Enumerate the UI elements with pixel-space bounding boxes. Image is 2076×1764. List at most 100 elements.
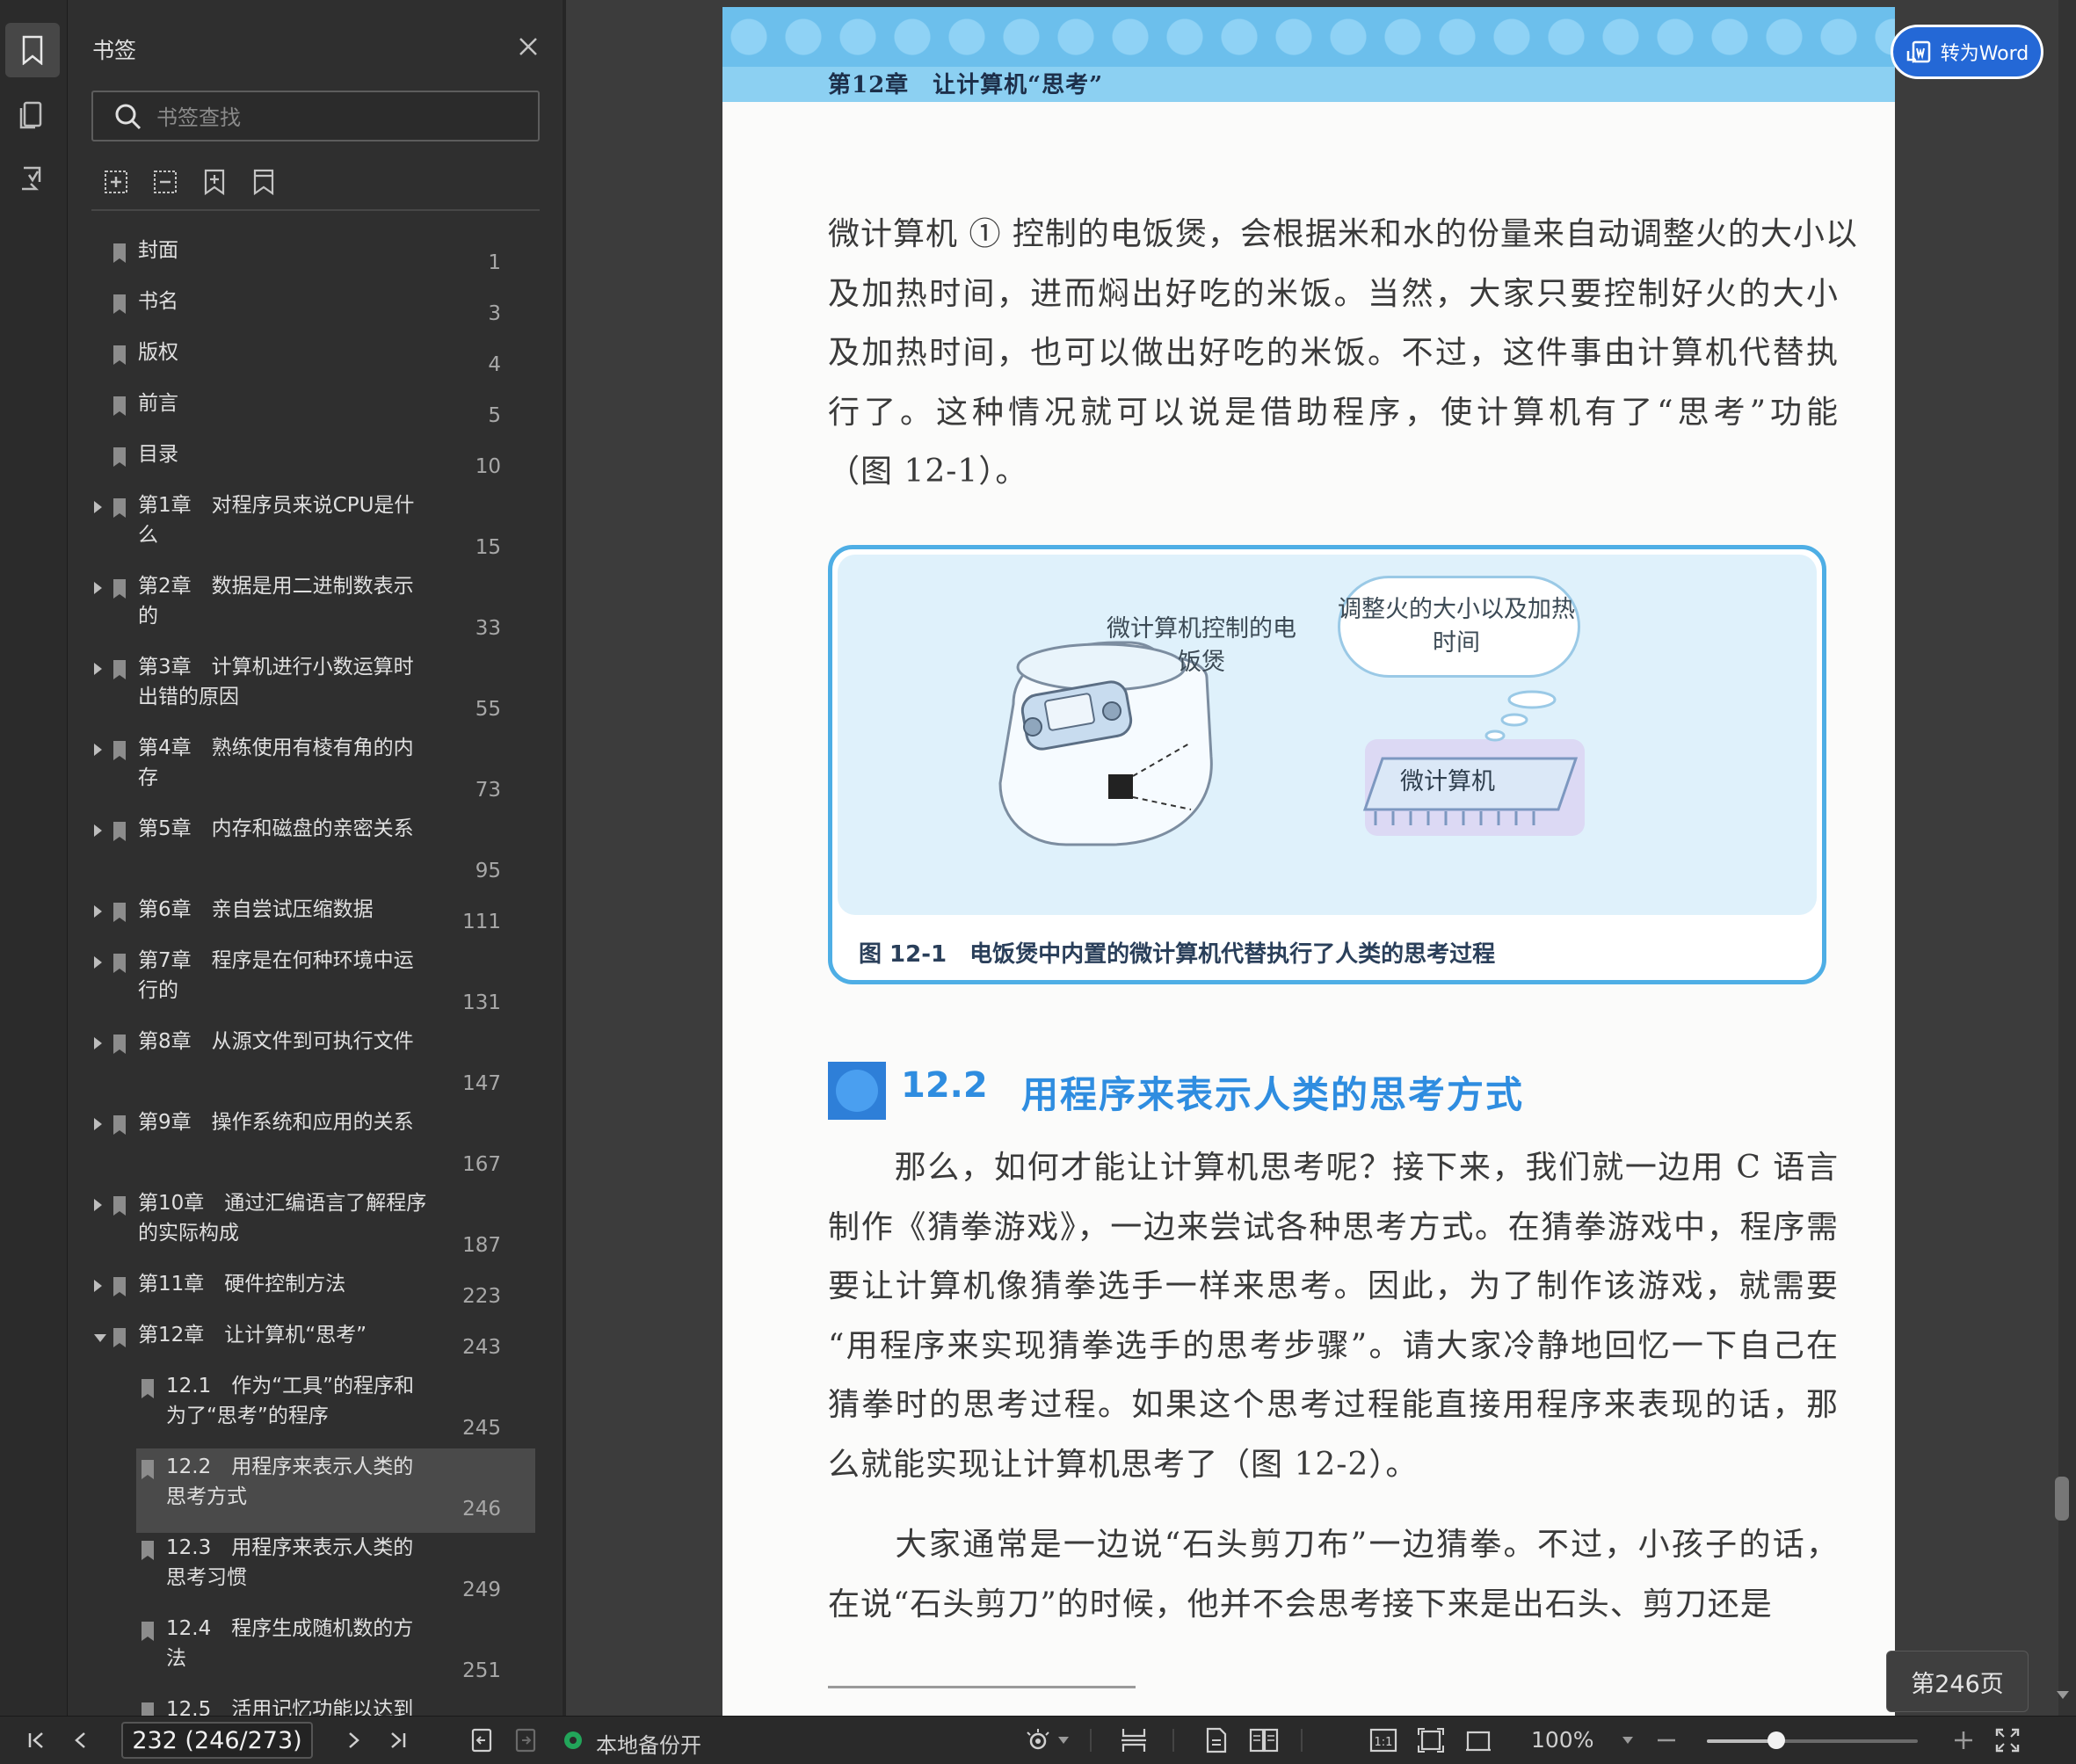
bookmark-label: 第3章 计算机进行小数运算时出错的原因 bbox=[138, 656, 414, 708]
bookmark-page-number: 4 bbox=[488, 353, 501, 376]
expand-arrow-icon[interactable] bbox=[94, 824, 102, 837]
bookmark-page-number: 111 bbox=[462, 911, 501, 933]
bookmark-item[interactable]: 第7章 程序是在何种环境中运行的 131 bbox=[68, 946, 542, 1027]
text-line: 在说“石头剪刀”的时候，他并不会思考接下来是出石头、剪刀还是 bbox=[828, 1586, 1773, 1622]
bookmark-page-number: 95 bbox=[475, 860, 501, 882]
section-heading-icon bbox=[828, 1062, 886, 1120]
bookmark-item[interactable]: 第6章 亲自尝试压缩数据 111 bbox=[68, 895, 542, 946]
expand-arrow-icon[interactable] bbox=[94, 1037, 102, 1049]
text-line: 制作《猜拳游戏》，一边来尝试各种思考方式。在猜拳游戏中，程序需 bbox=[828, 1209, 1839, 1245]
bookmark-label: 第6章 亲自尝试压缩数据 bbox=[138, 898, 374, 921]
bookmark-item[interactable]: 第9章 操作系统和应用的关系 167 bbox=[68, 1107, 542, 1188]
bookmark-label: 第9章 操作系统和应用的关系 bbox=[138, 1111, 414, 1134]
zoom-dropdown-icon[interactable] bbox=[1617, 1717, 1638, 1764]
bookmark-label: 第5章 内存和磁盘的亲密关系 bbox=[138, 817, 414, 840]
zoom-level[interactable]: 100% bbox=[1531, 1727, 1593, 1753]
go-back-view-icon[interactable] bbox=[464, 1717, 499, 1764]
bookmark-item[interactable]: 第1章 对程序员来说CPU是什么 15 bbox=[68, 490, 542, 571]
expand-arrow-icon[interactable] bbox=[94, 1199, 102, 1211]
fit-page-icon[interactable] bbox=[1412, 1717, 1450, 1764]
fullscreen-icon[interactable] bbox=[1990, 1717, 2025, 1764]
figure-label-microcomputer: 微计算机 bbox=[1400, 768, 1495, 795]
vertical-scroll-thumb[interactable] bbox=[2055, 1477, 2069, 1521]
fit-width-icon[interactable] bbox=[1459, 1717, 1498, 1764]
bookmark-icon bbox=[112, 243, 127, 267]
bookmark-label: 第8章 从源文件到可执行文件 bbox=[138, 1030, 414, 1053]
bookmark-item[interactable]: 书名 3 bbox=[68, 287, 542, 338]
text-line: 及加热时间，也可以做出好吃的米饭。不过，这件事由计算机代替执 bbox=[828, 335, 1839, 371]
last-page-icon[interactable] bbox=[380, 1717, 415, 1764]
expand-arrow-icon[interactable] bbox=[94, 1280, 102, 1292]
text-line: “用程序来实现猜拳选手的思考步骤”。请大家冷静地回忆一下自己在 bbox=[828, 1327, 1839, 1364]
bookmark-item[interactable]: 12.1 作为“工具”的程序和为了“思考”的程序 245 bbox=[68, 1371, 542, 1452]
text-line: 及加热时间，进而焖出好吃的米饭。当然，大家只要控制好火的大小 bbox=[828, 275, 1839, 312]
eye-care-icon[interactable] bbox=[1018, 1717, 1058, 1764]
bookmark-label: 第12章 让计算机“思考” bbox=[138, 1324, 367, 1347]
bookmark-item[interactable]: 第8章 从源文件到可执行文件 147 bbox=[68, 1027, 542, 1107]
paragraph-1: 微计算机 ① 控制的电饭煲，会根据米和水的份量来自动调整火的大小以 及加热时间，进… bbox=[828, 205, 1858, 502]
scroll-down-arrow-icon[interactable] bbox=[2057, 1691, 2069, 1699]
expand-arrow-icon[interactable] bbox=[94, 744, 102, 756]
bookmark-page-number: 167 bbox=[462, 1153, 501, 1176]
zoom-in-icon[interactable] bbox=[1946, 1717, 1981, 1764]
first-page-icon[interactable] bbox=[19, 1717, 54, 1764]
expand-arrow-icon[interactable] bbox=[94, 1118, 102, 1130]
convert-to-word-button[interactable]: 转为Word bbox=[1891, 25, 2043, 79]
zoom-out-icon[interactable] bbox=[1649, 1717, 1684, 1764]
expand-arrow-icon[interactable] bbox=[94, 956, 102, 969]
page-number-input[interactable] bbox=[121, 1722, 313, 1759]
bookmark-item[interactable]: 封面 1 bbox=[68, 236, 542, 287]
vertical-scrollbar[interactable] bbox=[2058, 0, 2076, 1716]
bookmark-item[interactable]: 第4章 熟练使用有棱有角的内存 73 bbox=[68, 733, 542, 814]
bookmark-label: 12.1 作为“工具”的程序和为了“思考”的程序 bbox=[166, 1375, 415, 1427]
bookmark-page-number: 10 bbox=[475, 455, 501, 478]
actual-size-icon[interactable]: 1:1 bbox=[1364, 1717, 1403, 1764]
previous-page-icon[interactable] bbox=[63, 1717, 98, 1764]
double-page-icon[interactable] bbox=[1245, 1717, 1283, 1764]
bookmark-page-number: 15 bbox=[475, 536, 501, 559]
bookmark-icon bbox=[112, 345, 127, 369]
bookmark-item[interactable]: 前言 5 bbox=[68, 388, 542, 439]
bookmark-item[interactable]: 12.4 程序生成随机数的方法 251 bbox=[68, 1614, 542, 1695]
bookmark-page-number: 243 bbox=[462, 1336, 501, 1359]
text-line: 微计算机 ① 控制的电饭煲，会根据米和水的份量来自动调整火的大小以 bbox=[828, 216, 1858, 252]
bookmark-item[interactable]: 第2章 数据是用二进制数表示的 33 bbox=[68, 571, 542, 652]
collapse-arrow-icon[interactable] bbox=[94, 1334, 106, 1342]
toolbar-separator bbox=[1172, 1729, 1174, 1752]
text-line: 猜拳时的思考过程。如果这个思考过程能直接用程序来表现的话，那 bbox=[828, 1387, 1839, 1423]
bookmark-item[interactable]: 12.5 活用记忆功能以达到更接近人类的判断253 bbox=[68, 1695, 542, 1716]
expand-arrow-icon[interactable] bbox=[94, 501, 102, 513]
section-title: 用程序来表示人类的思考方式 bbox=[1021, 1073, 1525, 1116]
bookmark-item[interactable]: 第3章 计算机进行小数运算时出错的原因 55 bbox=[68, 652, 542, 733]
bookmark-page-number: 1 bbox=[488, 251, 501, 274]
figure-bubble-text: 调整火的大小以及加热时间 bbox=[1338, 596, 1575, 657]
expand-arrow-icon[interactable] bbox=[94, 905, 102, 918]
zoom-slider-thumb[interactable] bbox=[1768, 1731, 1786, 1749]
status-bar: 本地备份开 1:1 100% bbox=[0, 1716, 2076, 1764]
bookmark-item[interactable]: 12.3 用程序来表示人类的思考习惯 249 bbox=[68, 1533, 542, 1614]
section-number: 12.2 bbox=[901, 1065, 988, 1106]
bookmark-label: 12.3 用程序来表示人类的思考习惯 bbox=[166, 1536, 414, 1589]
single-page-icon[interactable] bbox=[1197, 1717, 1236, 1764]
bookmark-item[interactable]: 第11章 硬件控制方法 223 bbox=[68, 1269, 542, 1320]
bookmark-item[interactable]: 第5章 内存和磁盘的亲密关系 95 bbox=[68, 814, 542, 895]
bookmark-item[interactable]: 版权 4 bbox=[68, 338, 542, 388]
bookmark-item[interactable]: 12.2 用程序来表示人类的思考方式 246 bbox=[68, 1452, 542, 1533]
next-page-icon[interactable] bbox=[336, 1717, 371, 1764]
eye-care-dropdown-icon[interactable] bbox=[1055, 1717, 1072, 1764]
rice-cooker-illustration bbox=[998, 641, 1585, 846]
bookmark-page-number: 33 bbox=[475, 617, 501, 640]
bookmark-icon bbox=[112, 1327, 127, 1352]
bookmark-item[interactable]: 第12章 让计算机“思考” 243 bbox=[68, 1320, 542, 1371]
bookmark-label: 第1章 对程序员来说CPU是什么 bbox=[138, 494, 415, 547]
continuous-scroll-icon[interactable] bbox=[1114, 1717, 1153, 1764]
backup-status-label[interactable]: 本地备份开 bbox=[596, 1728, 701, 1759]
figure-12-1: 微计算机控制的电饭煲 调整火的大小以及加热时间 微计算机 图 12-1 电饭煲中… bbox=[828, 545, 1826, 984]
expand-arrow-icon[interactable] bbox=[94, 663, 102, 675]
bookmark-icon bbox=[112, 740, 127, 765]
bookmark-page-number: 249 bbox=[462, 1579, 501, 1601]
expand-arrow-icon[interactable] bbox=[94, 582, 102, 594]
go-forward-view-icon[interactable] bbox=[508, 1717, 543, 1764]
bookmark-item[interactable]: 目录 10 bbox=[68, 439, 542, 490]
bookmark-item[interactable]: 第10章 通过汇编语言了解程序的实际构成 187 bbox=[68, 1188, 542, 1269]
